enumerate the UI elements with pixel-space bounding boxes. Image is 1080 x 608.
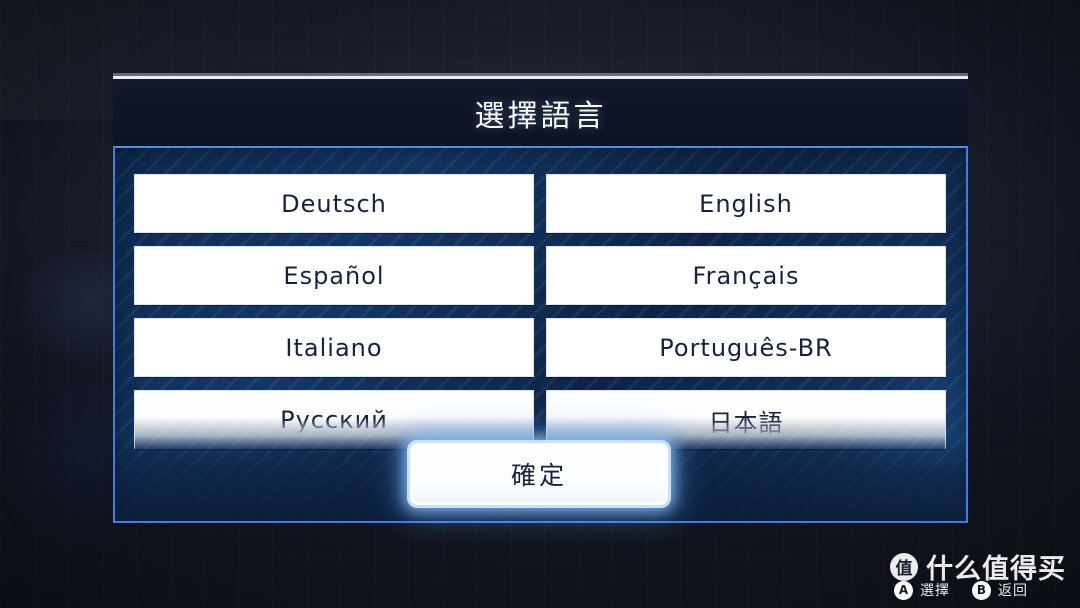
language-select-dialog: 選擇語言 Deutsch English Español Français Italia… bbox=[113, 73, 968, 523]
language-button[interactable]: 日本語 bbox=[546, 390, 946, 449]
dialog-header: 選擇語言 bbox=[113, 73, 968, 146]
language-button-label: Italiano bbox=[285, 333, 383, 362]
watermark-label: 什么值得买 bbox=[926, 554, 1066, 585]
language-button[interactable]: Français bbox=[546, 246, 946, 305]
language-button[interactable]: English bbox=[546, 174, 946, 233]
language-button[interactable]: Português-BR bbox=[546, 318, 946, 377]
language-button[interactable]: Deutsch bbox=[134, 174, 534, 233]
language-button-label: Deutsch bbox=[281, 189, 387, 218]
language-button-label: 日本語 bbox=[709, 403, 784, 438]
page-title: 選擇語言 bbox=[474, 98, 607, 134]
language-button[interactable]: Русский bbox=[134, 390, 534, 449]
confirm-button-label: 確定 bbox=[510, 461, 567, 490]
language-button[interactable]: Español bbox=[134, 246, 534, 305]
language-list: Deutsch English Español Français Italiano Por… bbox=[134, 174, 946, 449]
watermark-logo-icon: 值 bbox=[890, 552, 918, 581]
language-button-label: Português-BR bbox=[659, 333, 833, 362]
confirm-button[interactable]: 確定 bbox=[410, 443, 668, 505]
watermark: 值 什么值得买 bbox=[890, 547, 1066, 586]
language-button-label: Français bbox=[692, 261, 800, 290]
game-screen: 選擇語言 Deutsch English Español Français Italia… bbox=[0, 0, 1080, 608]
language-button-label: Русский bbox=[280, 406, 388, 434]
language-button-label: Español bbox=[283, 261, 385, 290]
language-button[interactable]: Italiano bbox=[134, 318, 534, 377]
language-button-label: English bbox=[699, 189, 793, 218]
